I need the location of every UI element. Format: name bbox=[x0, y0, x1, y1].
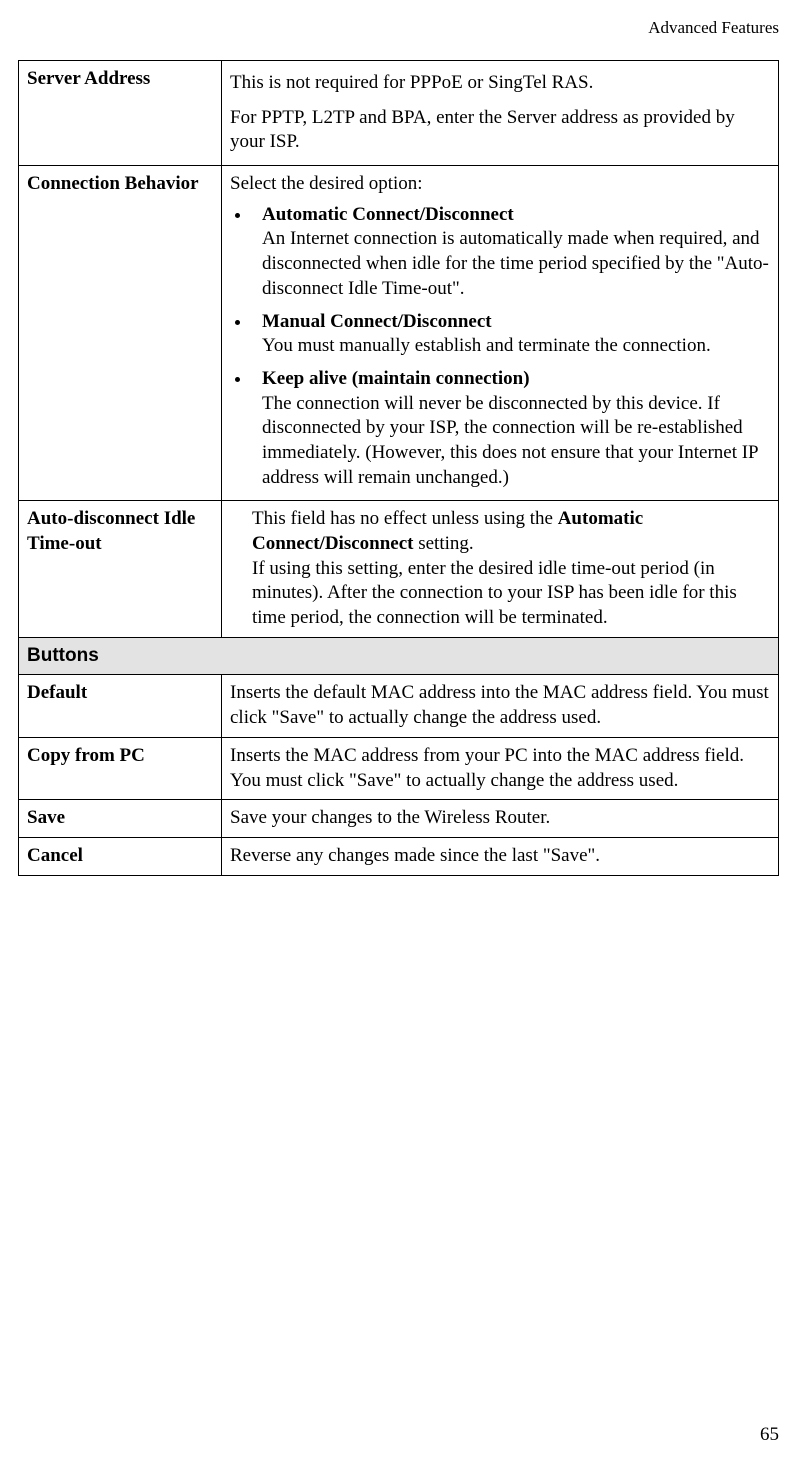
desc-auto-disconnect: This field has no effect unless using th… bbox=[222, 501, 779, 637]
desc-server-address: This is not required for PPPoE or SingTe… bbox=[222, 61, 779, 166]
label-cancel: Cancel bbox=[19, 837, 222, 875]
options-list: Automatic Connect/Disconnect An Internet… bbox=[230, 203, 770, 491]
section-header-label: Buttons bbox=[19, 637, 779, 675]
row-save: Save Save your changes to the Wireless R… bbox=[19, 800, 779, 838]
text-line: For PPTP, L2TP and BPA, enter the Server… bbox=[230, 106, 770, 155]
option-body: The connection will never be disconnecte… bbox=[262, 393, 758, 488]
desc-connection-behavior: Select the desired option: Automatic Con… bbox=[222, 166, 779, 501]
option-body: You must manually establish and terminat… bbox=[262, 335, 711, 356]
text-block: This field has no effect unless using th… bbox=[230, 507, 770, 630]
option-body: An Internet connection is automatically … bbox=[262, 228, 769, 298]
desc-default: Inserts the default MAC address into the… bbox=[222, 675, 779, 737]
row-copy-from-pc: Copy from PC Inserts the MAC address fro… bbox=[19, 737, 779, 799]
text-fragment: setting. bbox=[413, 533, 473, 554]
label-default: Default bbox=[19, 675, 222, 737]
text-line: Select the desired option: bbox=[230, 172, 770, 197]
row-connection-behavior: Connection Behavior Select the desired o… bbox=[19, 166, 779, 501]
option-item: Automatic Connect/Disconnect An Internet… bbox=[252, 203, 770, 302]
content-area: Server Address This is not required for … bbox=[18, 60, 779, 876]
desc-save: Save your changes to the Wireless Router… bbox=[222, 800, 779, 838]
row-server-address: Server Address This is not required for … bbox=[19, 61, 779, 166]
text-fragment: This field has no effect unless using th… bbox=[252, 508, 558, 529]
label-connection-behavior: Connection Behavior bbox=[19, 166, 222, 501]
page-header: Advanced Features bbox=[648, 18, 779, 38]
option-item: Manual Connect/Disconnect You must manua… bbox=[252, 310, 770, 359]
settings-table: Server Address This is not required for … bbox=[18, 60, 779, 876]
row-auto-disconnect: Auto-disconnect Idle Time-out This field… bbox=[19, 501, 779, 637]
desc-cancel: Reverse any changes made since the last … bbox=[222, 837, 779, 875]
label-copy-from-pc: Copy from PC bbox=[19, 737, 222, 799]
text-line: This is not required for PPPoE or SingTe… bbox=[230, 71, 770, 96]
row-cancel: Cancel Reverse any changes made since th… bbox=[19, 837, 779, 875]
label-server-address: Server Address bbox=[19, 61, 222, 166]
section-header-buttons: Buttons bbox=[19, 637, 779, 675]
label-save: Save bbox=[19, 800, 222, 838]
page-number: 65 bbox=[760, 1424, 779, 1446]
desc-copy-from-pc: Inserts the MAC address from your PC int… bbox=[222, 737, 779, 799]
option-item: Keep alive (maintain connection) The con… bbox=[252, 367, 770, 490]
option-title: Automatic Connect/Disconnect bbox=[262, 204, 514, 225]
option-title: Manual Connect/Disconnect bbox=[262, 311, 492, 332]
row-default: Default Inserts the default MAC address … bbox=[19, 675, 779, 737]
text-fragment: If using this setting, enter the desired… bbox=[252, 558, 737, 628]
label-auto-disconnect: Auto-disconnect Idle Time-out bbox=[19, 501, 222, 637]
option-title: Keep alive (maintain connection) bbox=[262, 368, 530, 389]
